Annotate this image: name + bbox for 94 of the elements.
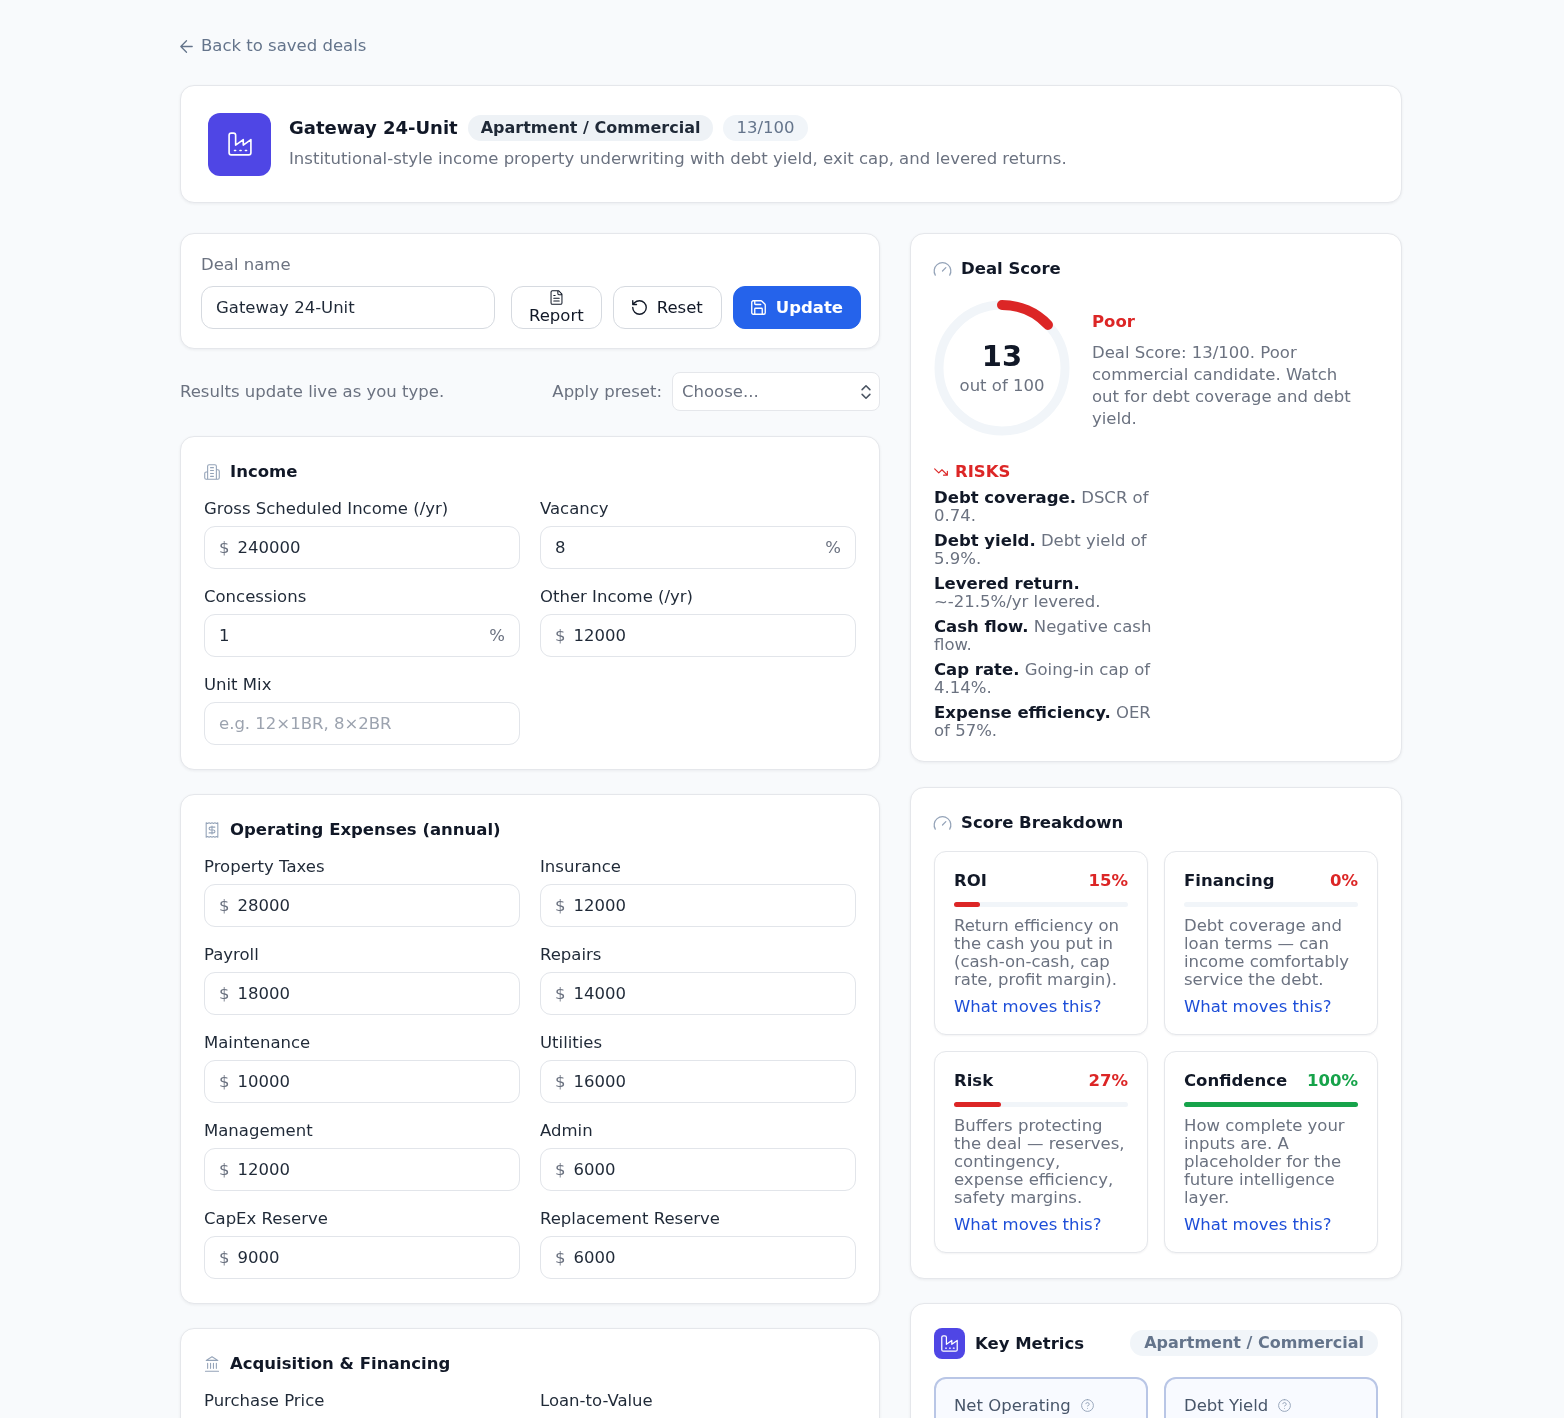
risk-item: Cash flow. Negative cash flow. [934, 617, 1152, 654]
update-button[interactable]: Update [732, 285, 861, 329]
chevron-up-down-icon [861, 384, 871, 399]
card-title: Key Metrics [975, 1333, 1085, 1353]
section-title: Income [230, 460, 298, 483]
card-title: Deal Score [961, 257, 1061, 280]
preset-label: Apply preset: [552, 382, 662, 401]
risks-heading: RISKS [955, 460, 1011, 483]
what-moves-link[interactable]: What moves this? [954, 995, 1102, 1018]
section-title: Acquisition & Financing [230, 1352, 451, 1375]
score-rating: Poor [1092, 310, 1135, 333]
reset-button[interactable]: Reset [612, 285, 722, 329]
metric-label: Debt Yield [1184, 1395, 1269, 1416]
what-moves-link[interactable]: What moves this? [1184, 1213, 1332, 1236]
score-caption: out of 100 [959, 374, 1045, 397]
input-field[interactable]: $ 12000 [540, 883, 856, 927]
category-percent: 0% [1330, 869, 1358, 892]
risk-item: Levered return. ~-21.5%/yr levered. [934, 574, 1102, 611]
deal-title: Gateway 24-Unit [289, 117, 458, 138]
help-icon[interactable] [1080, 1398, 1094, 1412]
category-name: Confidence [1184, 1069, 1288, 1092]
preset-select[interactable]: Choose... [672, 372, 880, 411]
category-description: How complete your inputs are. A placeholder for the future intelligence layer. [1184, 1116, 1346, 1207]
category-description: Return efficiency on the cash you put in (cash-on-cash, cap rate, profit margin). [954, 916, 1120, 989]
input-field[interactable]: $ 14000 [540, 971, 856, 1015]
report-button[interactable]: Report [510, 285, 602, 329]
field-label: Unit Mix [204, 674, 272, 695]
section-title: Operating Expenses (annual) [230, 818, 501, 841]
live-update-hint: Results update live as you type. [180, 382, 445, 401]
metric-label: Net Operating [954, 1395, 1071, 1416]
input-field[interactable]: $ 6000 [540, 1235, 856, 1279]
gauge-icon [934, 261, 951, 276]
what-moves-link[interactable]: What moves this? [954, 1213, 1102, 1236]
category-name: ROI [954, 869, 987, 892]
document-icon [549, 289, 563, 305]
factory-icon [934, 1327, 965, 1359]
input-field[interactable]: $ 16000 [540, 1059, 856, 1103]
field-label: Insurance [540, 856, 621, 877]
deal-name-input[interactable]: Gateway 24-Unit [201, 285, 495, 329]
field-label: Other Income (/yr) [540, 586, 694, 607]
field-label: Payroll [204, 944, 259, 965]
input-field[interactable]: $ 9000 [204, 1235, 520, 1279]
help-icon[interactable] [1278, 1398, 1292, 1412]
trending-down-icon [934, 467, 948, 476]
bank-icon [204, 1355, 220, 1372]
input-field[interactable]: $ 240000 [204, 525, 520, 569]
input-field[interactable]: $ 18000 [204, 971, 520, 1015]
gauge-icon [934, 815, 951, 830]
card-title: Score Breakdown [961, 811, 1124, 834]
input-field[interactable]: $ 28000 [204, 883, 520, 927]
category-badge: Apartment / Commercial [1130, 1330, 1378, 1356]
score-value: 13 [981, 338, 1023, 373]
category-name: Risk [954, 1069, 994, 1092]
input-field[interactable]: $ 10000 [204, 1059, 520, 1103]
factory-icon [208, 112, 271, 176]
what-moves-link[interactable]: What moves this? [1184, 995, 1332, 1018]
field-label: Purchase Price [204, 1390, 325, 1411]
category-percent: 27% [1088, 1069, 1128, 1092]
category-name: Financing [1184, 869, 1275, 892]
category-percent: 100% [1307, 1069, 1358, 1092]
input-field[interactable]: $ 6000 [540, 1147, 856, 1191]
input-field[interactable]: 1 % [204, 613, 520, 657]
field-label: Repairs [540, 944, 602, 965]
score-summary: Deal Score: 13/100. Poor commercial candidate. Watch out for debt coverage and debt yield. [1092, 341, 1352, 430]
field-label: Maintenance [204, 1032, 311, 1053]
rotate-left-icon [631, 299, 647, 315]
field-label: Property Taxes [204, 856, 325, 877]
risk-item: Debt coverage. DSCR of 0.74. [934, 488, 1150, 525]
arrow-left-icon [180, 39, 193, 53]
field-label: Management [204, 1120, 313, 1141]
category-badge: Apartment / Commercial [467, 114, 714, 141]
receipt-icon [204, 821, 220, 838]
input-field[interactable]: $ 12000 [204, 1147, 520, 1191]
risk-item: Expense efficiency. OER of 57%. [934, 703, 1152, 740]
field-label: Concessions [204, 586, 307, 607]
field-label: CapEx Reserve [204, 1208, 328, 1229]
input-field[interactable]: 8 % [540, 525, 856, 569]
category-description: Debt coverage and loan terms — can income comfortably service the debt. [1184, 916, 1350, 989]
field-label: Admin [540, 1120, 593, 1141]
category-percent: 15% [1088, 869, 1128, 892]
field-label: Loan-to-Value [540, 1390, 653, 1411]
field-label: Replacement Reserve [540, 1208, 720, 1229]
field-label: Gross Scheduled Income (/yr) [204, 498, 449, 519]
risk-item: Debt yield. Debt yield of 5.9%. [934, 531, 1148, 568]
category-description: Buffers protecting the deal — reserves, contingency, expense efficiency, safety margins. [954, 1116, 1126, 1207]
building-icon [204, 463, 220, 480]
deal-description: Institutional-style income property underwriting with debt yield, exit cap, and levered returns. [289, 147, 1067, 170]
field-label: Deal name [201, 253, 291, 276]
field-label: Vacancy [540, 498, 609, 519]
score-badge: 13/100 [723, 114, 808, 141]
input-field[interactable]: $ 12000 [540, 613, 856, 657]
back-link[interactable]: Back to saved deals [180, 36, 367, 56]
field-label: Utilities [540, 1032, 603, 1053]
risk-item: Cap rate. Going-in cap of 4.14%. [934, 660, 1152, 697]
